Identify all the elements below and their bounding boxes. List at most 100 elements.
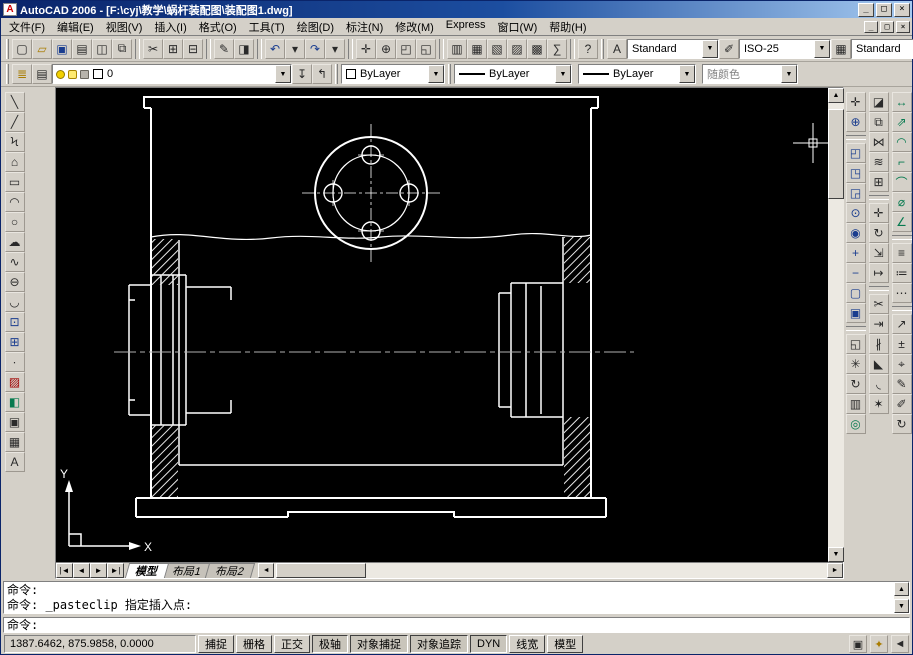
help-button[interactable]: ? xyxy=(578,39,598,59)
menu-express[interactable]: Express xyxy=(440,17,492,37)
sheet-set-manager-button[interactable]: ▨ xyxy=(507,39,527,59)
dim-edit-button[interactable]: ✎ xyxy=(892,374,912,394)
regen-button[interactable]: ↻ xyxy=(846,374,866,394)
first-tab-button[interactable]: |◄ xyxy=(56,563,73,578)
spline-button[interactable]: ∿ xyxy=(5,252,25,272)
dim-linear-button[interactable]: ↔ xyxy=(892,92,912,112)
toggle-polar[interactable]: 极轴 xyxy=(312,635,348,653)
array-button[interactable]: ⊞ xyxy=(869,172,889,192)
title-bar[interactable]: A AutoCAD 2006 - [F:\cyj\教学\蜗杆装配图\装配图1.d… xyxy=(1,1,912,18)
toggle-snap[interactable]: 捕捉 xyxy=(198,635,234,653)
command-history[interactable]: 命令:命令: _pasteclip 指定插入点: ▲ ▼ xyxy=(3,581,910,614)
redo-button[interactable]: ↷ xyxy=(305,39,325,59)
zoom-all-button[interactable]: ▢ xyxy=(846,283,866,303)
mdi-minimize-button[interactable]: _ xyxy=(864,21,878,33)
cut-button[interactable]: ✂ xyxy=(143,39,163,59)
ellipse-arc-button[interactable]: ◡ xyxy=(5,292,25,312)
vertical-scroll-track[interactable] xyxy=(828,103,844,547)
arc-button[interactable]: ◠ xyxy=(5,192,25,212)
quickcalc-button[interactable]: ∑ xyxy=(547,39,567,59)
polygon-button[interactable]: ⌂ xyxy=(5,152,25,172)
text-style-icon[interactable]: A xyxy=(607,39,627,59)
zoom-object-button[interactable]: ◉ xyxy=(846,223,866,243)
point-button[interactable]: ∙ xyxy=(5,352,25,372)
toolbar-lock-button[interactable]: ▣ xyxy=(849,635,867,653)
plot-button[interactable]: ▤ xyxy=(72,39,92,59)
zoom-realtime-2-button[interactable]: ⊕ xyxy=(846,112,866,132)
toggle-ortho[interactable]: 正交 xyxy=(274,635,310,653)
erase-button[interactable]: ◪ xyxy=(869,92,889,112)
toggle-grid[interactable]: 栅格 xyxy=(236,635,272,653)
insert-block-button[interactable]: ⊡ xyxy=(5,312,25,332)
drawing-canvas[interactable]: Y X xyxy=(56,88,828,562)
dim-update-button[interactable]: ↻ xyxy=(892,414,912,434)
command-scrollbar[interactable]: ▲ ▼ xyxy=(894,582,909,613)
scale-button[interactable]: ⇲ xyxy=(869,243,889,263)
restore-button[interactable]: □ xyxy=(876,3,892,17)
zoom-window-button[interactable]: ◰ xyxy=(396,39,416,59)
toolbar-grip[interactable] xyxy=(6,64,9,84)
match-properties-button[interactable]: ✎ xyxy=(214,39,234,59)
tolerance-button[interactable]: ± xyxy=(892,334,912,354)
text-style-dropdown[interactable]: Standard ▼ xyxy=(627,39,719,59)
circle-button[interactable]: ○ xyxy=(5,212,25,232)
tab-layout2[interactable]: 布局2 xyxy=(205,563,255,578)
menu-format[interactable]: 格式(O) xyxy=(193,17,243,37)
layer-properties-manager-button[interactable]: ≣ xyxy=(12,64,32,84)
redraw-button[interactable]: ✳ xyxy=(846,354,866,374)
rectangle-button[interactable]: ▭ xyxy=(5,172,25,192)
menu-help[interactable]: 帮助(H) xyxy=(543,17,592,37)
menu-window[interactable]: 窗口(W) xyxy=(492,17,544,37)
3d-orbit-button[interactable]: ◎ xyxy=(846,414,866,434)
toolbar-grip[interactable] xyxy=(448,64,451,84)
zoom-center-button[interactable]: ⊙ xyxy=(846,203,866,223)
properties-button[interactable]: ▥ xyxy=(447,39,467,59)
dim-baseline-button[interactable]: ≔ xyxy=(892,263,912,283)
zoom-in-button[interactable]: + xyxy=(846,243,866,263)
publish-button[interactable]: ⧉ xyxy=(112,39,132,59)
menu-dimension[interactable]: 标注(N) xyxy=(340,17,389,37)
mdi-restore-button[interactable]: □ xyxy=(880,21,894,33)
zoom-dynamic-button[interactable]: ◳ xyxy=(846,163,866,183)
toolbar-grip[interactable] xyxy=(6,39,9,59)
tab-model[interactable]: 模型 xyxy=(125,563,169,578)
copy-object-button[interactable]: ⧉ xyxy=(869,112,889,132)
break-button[interactable]: ∦ xyxy=(869,334,889,354)
block-editor-button[interactable]: ◨ xyxy=(234,39,254,59)
dropdown-arrow-icon[interactable]: ▼ xyxy=(679,65,695,83)
toolbar-grip[interactable] xyxy=(335,64,338,84)
last-tab-button[interactable]: ►| xyxy=(107,563,124,578)
menu-tools[interactable]: 工具(T) xyxy=(243,17,291,37)
toolbar-grip[interactable] xyxy=(601,39,604,59)
copy-button[interactable]: ⊞ xyxy=(163,39,183,59)
ellipse-button[interactable]: ⊖ xyxy=(5,272,25,292)
hatch-button[interactable]: ▨ xyxy=(5,372,25,392)
layer-previous-button[interactable]: ↰ xyxy=(312,64,332,84)
extend-button[interactable]: ⇥ xyxy=(869,314,889,334)
menu-insert[interactable]: 插入(I) xyxy=(148,17,192,37)
scroll-right-icon[interactable]: ► xyxy=(827,563,843,578)
toggle-dyn[interactable]: DYN xyxy=(470,635,507,653)
scroll-down-icon[interactable]: ▼ xyxy=(894,599,909,613)
layer-lock-icon[interactable] xyxy=(80,70,89,79)
revision-cloud-button[interactable]: ☁ xyxy=(5,232,25,252)
center-mark-button[interactable]: ⌖ xyxy=(892,354,912,374)
undo-button[interactable]: ↶ xyxy=(265,39,285,59)
dropdown-arrow-icon[interactable]: ▼ xyxy=(814,40,830,58)
coordinate-readout[interactable]: 1387.6462, 875.9858, 0.0000 xyxy=(4,635,196,653)
dropdown-arrow-icon[interactable]: ▼ xyxy=(781,65,797,83)
dim-ordinate-button[interactable]: ⌐ xyxy=(892,152,912,172)
scroll-down-icon[interactable]: ▼ xyxy=(828,547,844,562)
toggle-lineweight[interactable]: 线宽 xyxy=(509,635,545,653)
menu-modify[interactable]: 修改(M) xyxy=(389,17,440,37)
zoom-previous-2-button[interactable]: ◱ xyxy=(846,334,866,354)
undo-list-button[interactable]: ▾ xyxy=(285,39,305,59)
scroll-up-icon[interactable]: ▲ xyxy=(828,88,844,103)
pan-realtime-button[interactable]: ✛ xyxy=(356,39,376,59)
horizontal-scrollbar[interactable]: ◄ ► xyxy=(258,563,843,578)
vertical-scroll-thumb[interactable] xyxy=(828,109,844,199)
make-block-button[interactable]: ⊞ xyxy=(5,332,25,352)
mirror-button[interactable]: ⋈ xyxy=(869,132,889,152)
minimize-button[interactable]: _ xyxy=(858,3,874,17)
dim-style-icon[interactable]: ✐ xyxy=(719,39,739,59)
